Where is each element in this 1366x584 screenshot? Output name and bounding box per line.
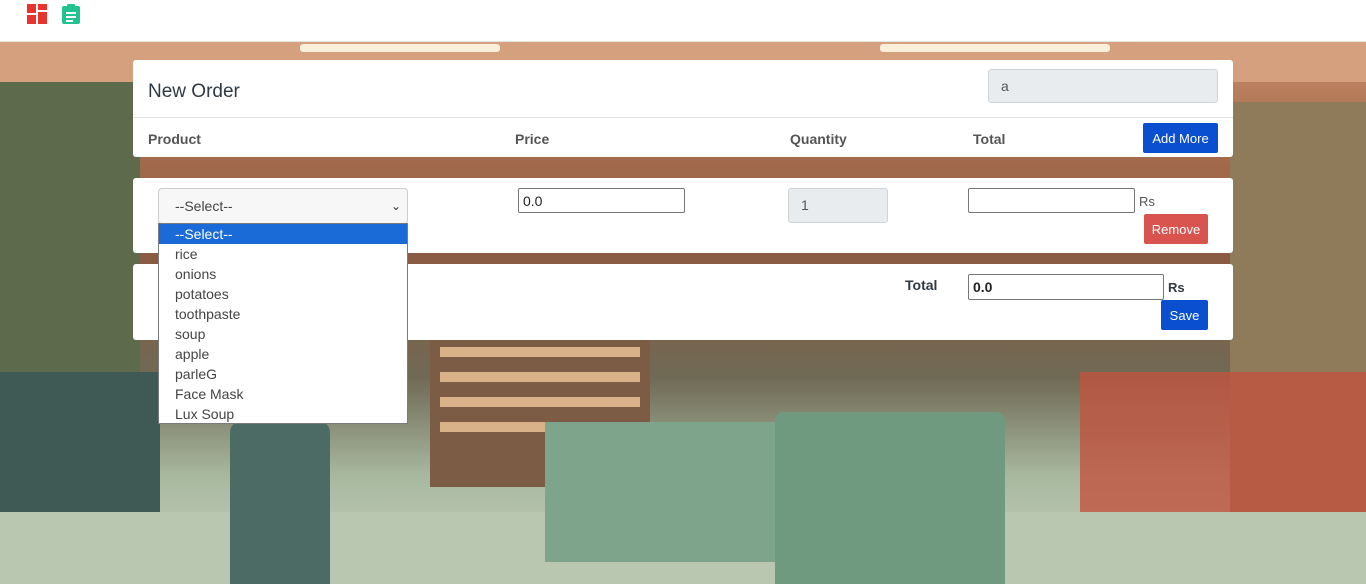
column-header-quantity: Quantity: [790, 131, 847, 147]
remove-button[interactable]: Remove: [1144, 214, 1208, 244]
product-select[interactable]: --Select-- ⌄: [158, 188, 408, 224]
dropdown-option[interactable]: apple: [159, 344, 407, 364]
top-navbar: [0, 0, 1366, 42]
product-select-value: --Select--: [175, 198, 233, 214]
dropdown-option[interactable]: Face Mask: [159, 384, 407, 404]
dashboard-icon[interactable]: [26, 3, 48, 25]
grand-total-field[interactable]: [968, 274, 1164, 300]
quantity-field[interactable]: 1: [788, 188, 888, 223]
new-order-card: New Order Product Price Quantity Total A…: [133, 60, 1233, 157]
dropdown-option[interactable]: Lux Soup: [159, 404, 407, 424]
grand-total-currency: Rs: [1168, 280, 1185, 295]
dropdown-option[interactable]: rice: [159, 244, 407, 264]
item-currency-label: Rs: [1139, 194, 1155, 209]
column-header-price: Price: [515, 131, 550, 147]
dropdown-option[interactable]: --Select--: [159, 224, 407, 244]
dropdown-option[interactable]: onions: [159, 264, 407, 284]
clipboard-icon[interactable]: [60, 3, 82, 25]
column-header-product: Product: [148, 131, 201, 147]
dropdown-option[interactable]: parleG: [159, 364, 407, 384]
chevron-down-icon: ⌄: [390, 199, 401, 213]
dropdown-option[interactable]: soup: [159, 324, 407, 344]
dropdown-option[interactable]: toothpaste: [159, 304, 407, 324]
column-header-total: Total: [973, 131, 1006, 147]
page-title: New Order: [148, 81, 240, 102]
customer-field[interactable]: [988, 69, 1218, 103]
header-divider: [133, 117, 1233, 118]
product-dropdown-list[interactable]: --Select-- rice onions potatoes toothpas…: [158, 223, 408, 424]
add-more-button[interactable]: Add More: [1143, 123, 1218, 153]
save-button[interactable]: Save: [1161, 300, 1208, 330]
price-field[interactable]: [518, 188, 685, 213]
grand-total-label: Total: [905, 277, 938, 293]
dropdown-option[interactable]: potatoes: [159, 284, 407, 304]
item-total-field[interactable]: [968, 188, 1135, 213]
